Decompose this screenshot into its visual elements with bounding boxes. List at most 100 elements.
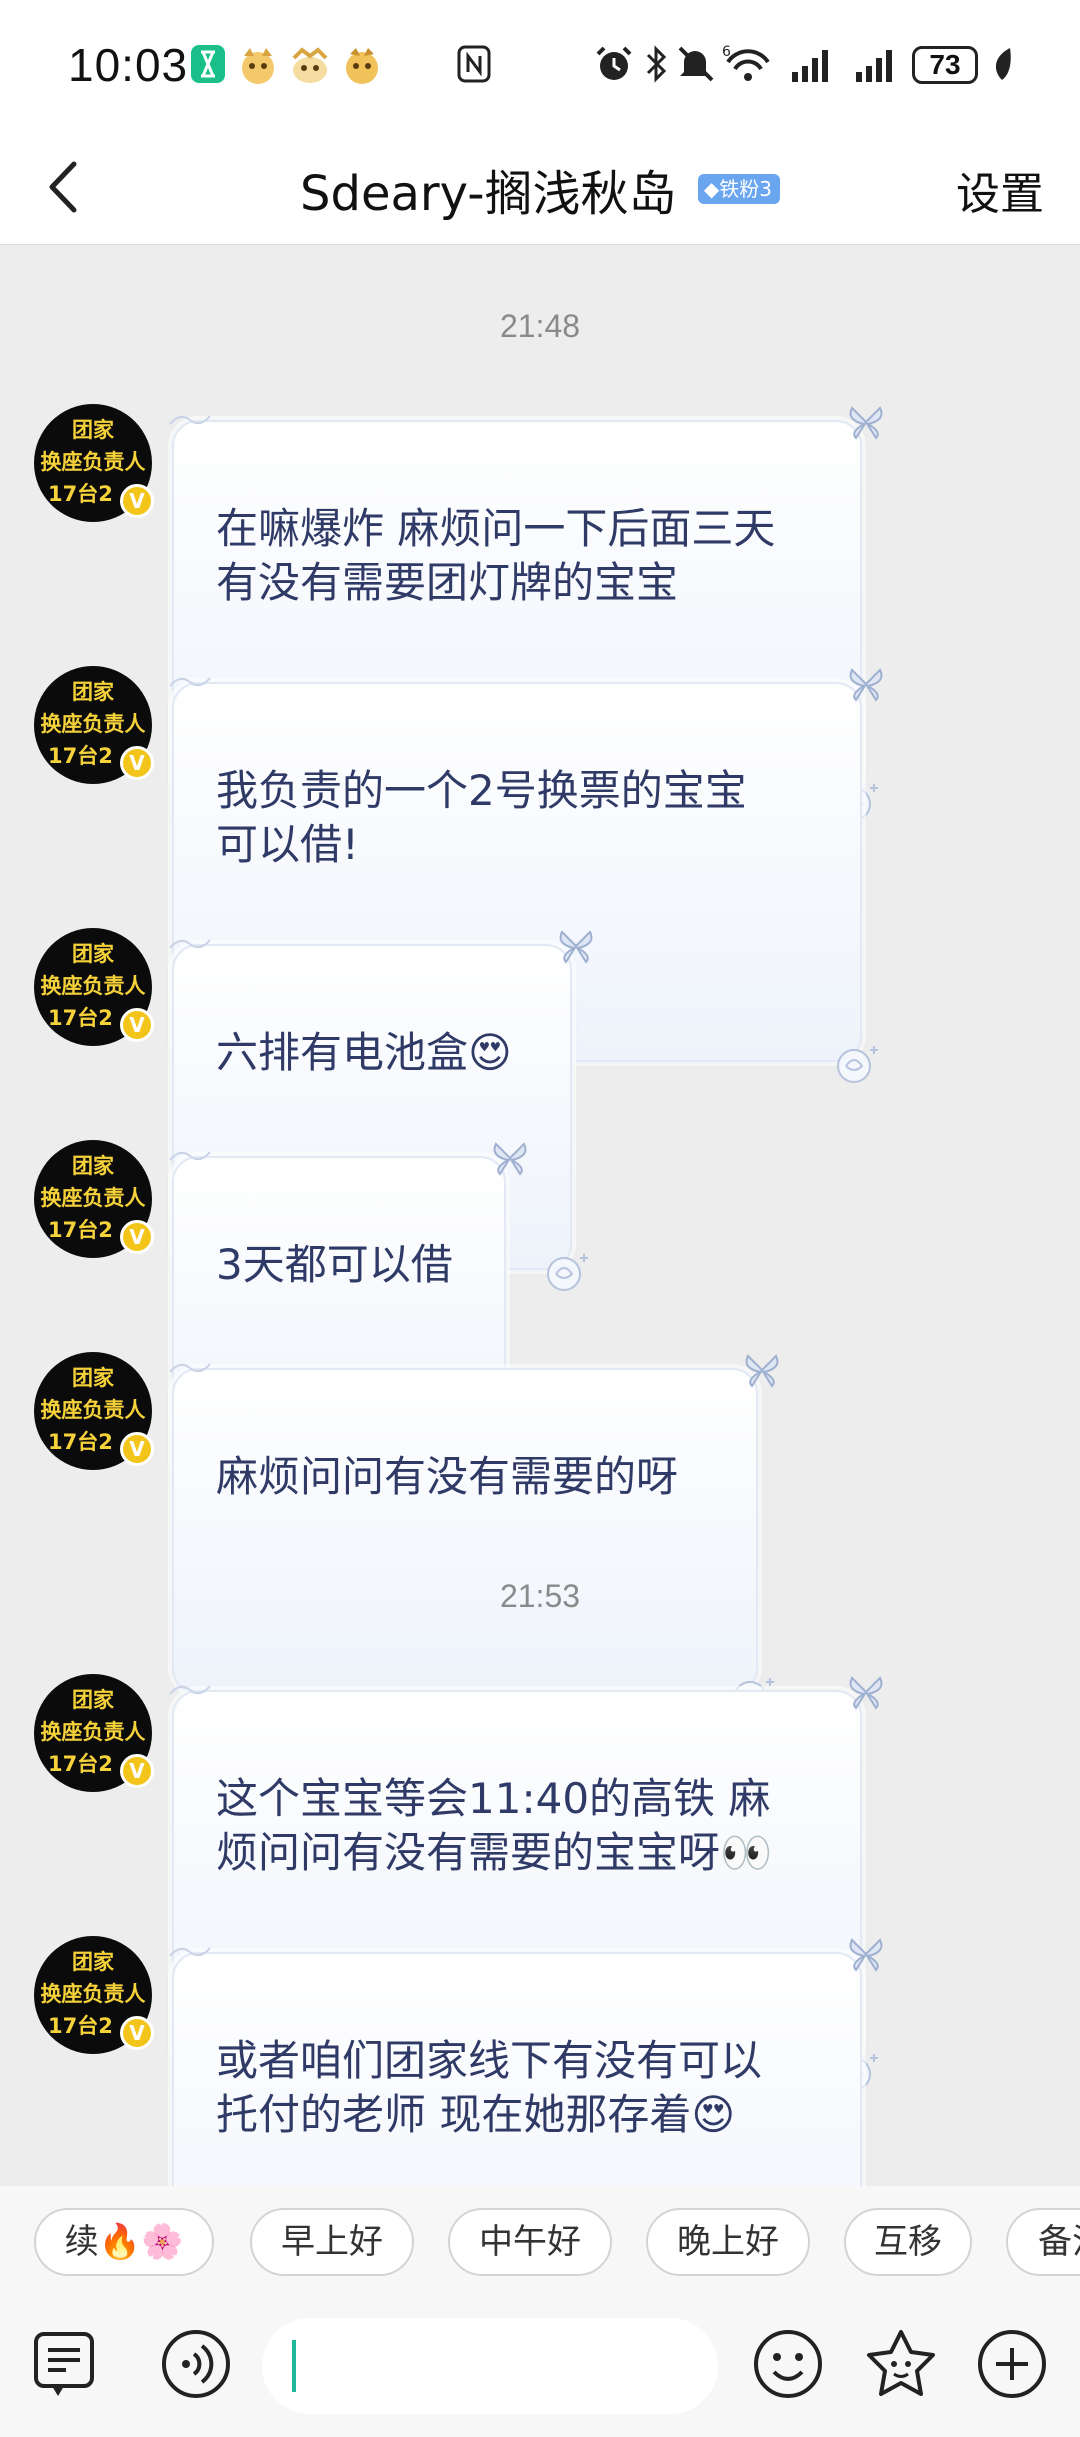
avatar-text: 团家 [72, 1154, 114, 1178]
settings-button[interactable]: 设置 [956, 158, 1044, 222]
avatar-text: 17台2 [48, 1218, 113, 1242]
avatar[interactable]: 团家 换座负责人 17台2 V [34, 404, 154, 522]
chat-screen: 10:03 6 73 Sdeary-搁浅秋岛 ◆铁粉3 设置 21:48 团家 … [0, 0, 1080, 2437]
avatar-text: 17台2 [48, 1430, 113, 1454]
avatar-text: 团家 [72, 1688, 114, 1712]
sticker-icon [242, 48, 274, 84]
message-text: 我负责的一个2号换票的宝宝 可以借! [216, 766, 747, 869]
message-bubble[interactable]: 麻烦问问有没有需要的呀 [169, 1354, 779, 1715]
rose-icon [837, 1046, 878, 1083]
emoji-icon[interactable] [752, 2328, 824, 2400]
verified-badge: V [120, 746, 154, 780]
butterfly-icon [745, 1354, 779, 1388]
avatar[interactable]: 团家 换座负责人 17台2 V [34, 666, 154, 784]
nfc-icon [457, 45, 491, 83]
chat-title: Sdeary-搁浅秋岛 [300, 166, 677, 222]
mute-icon [678, 46, 714, 82]
butterfly-icon [849, 406, 883, 440]
leaf-icon [995, 48, 1011, 80]
avatar-text: 团家 [72, 418, 114, 442]
swirl-decoration-icon [169, 415, 211, 425]
avatar-text: 团家 [72, 1366, 114, 1390]
avatar-text: 换座负责人 [40, 974, 146, 998]
message-text: 麻烦问问有没有需要的呀 [216, 1452, 679, 1501]
voice-icon[interactable] [160, 2328, 232, 2400]
quick-reply-bar[interactable]: 续🔥🌸 早上好 中午好 晚上好 互移 备注 [0, 2186, 1080, 2294]
chat-title-group: Sdeary-搁浅秋岛 ◆铁粉3 [0, 154, 1080, 224]
avatar-text: 17台2 [48, 2014, 113, 2038]
butterfly-icon [849, 1676, 883, 1710]
swirl-decoration-icon [169, 677, 211, 687]
avatar-text: 换座负责人 [40, 712, 146, 736]
avatar-text: 17台2 [48, 1006, 113, 1030]
bluetooth-icon [646, 45, 667, 83]
status-bar: 10:03 6 73 [0, 0, 1080, 130]
avatar[interactable]: 团家 换座负责人 17台2 V [34, 1936, 154, 2054]
quick-reply-chip[interactable]: 早上好 [250, 2208, 414, 2276]
verified-badge: V [120, 1432, 154, 1466]
fan-level-badge: ◆铁粉3 [697, 174, 780, 204]
butterfly-icon [559, 930, 593, 964]
wifi-icon: 6 [722, 44, 770, 81]
message-list[interactable]: 21:48 团家 换座负责人 17台2 V 在嘛爆炸 麻烦问一下后面三天 有没有… [0, 246, 1080, 2353]
quick-reply-chip[interactable]: 备注 [1006, 2208, 1080, 2276]
status-time: 10:03 [68, 39, 189, 91]
sticker-icon [292, 47, 328, 83]
avatar[interactable]: 团家 换座负责人 17台2 V [34, 1674, 154, 1792]
message-text: 在嘛爆炸 麻烦问一下后面三天 有没有需要团灯牌的宝宝 [216, 504, 776, 607]
avatar-text: 换座负责人 [40, 1720, 146, 1744]
swirl-decoration-icon [169, 1947, 211, 1957]
quick-reply-chip[interactable]: 续🔥🌸 [34, 2208, 214, 2276]
swirl-decoration-icon [169, 939, 211, 949]
avatar-text: 换座负责人 [40, 450, 146, 474]
butterfly-icon [849, 668, 883, 702]
quick-reply-chip[interactable]: 中午好 [448, 2208, 612, 2276]
plus-icon[interactable] [976, 2328, 1048, 2400]
timestamp: 21:53 [499, 1578, 581, 1614]
avatar-text: 换座负责人 [40, 1982, 146, 2006]
avatar[interactable]: 团家 换座负责人 17台2 V [34, 928, 154, 1046]
verified-badge: V [120, 1008, 154, 1042]
text-cursor [292, 2340, 296, 2392]
avatar-text: 团家 [72, 942, 114, 966]
note-icon[interactable] [30, 2328, 100, 2404]
avatar[interactable]: 团家 换座负责人 17台2 V [34, 1352, 154, 1470]
hourglass-icon [191, 45, 225, 83]
quick-reply-chip[interactable]: 互移 [844, 2208, 972, 2276]
chat-header: Sdeary-搁浅秋岛 ◆铁粉3 设置 [0, 130, 1080, 245]
swirl-decoration-icon [169, 1363, 211, 1373]
sticker-icon[interactable] [864, 2328, 938, 2400]
rose-icon [547, 1254, 588, 1291]
swirl-decoration-icon [169, 1151, 211, 1161]
butterfly-icon [493, 1142, 527, 1176]
avatar-text: 换座负责人 [40, 1186, 146, 1210]
avatar-text: 17台2 [48, 1752, 113, 1776]
quick-reply-chip[interactable]: 晚上好 [646, 2208, 810, 2276]
butterfly-icon [849, 1938, 883, 1972]
message-text: 这个宝宝等会11:40的高铁 麻 烦问问有没有需要的宝宝呀👀 [216, 1774, 773, 1877]
alarm-icon [596, 46, 632, 80]
avatar-text: 17台2 [48, 744, 113, 768]
signal-icon [856, 50, 892, 82]
signal-icon [792, 50, 828, 82]
message-text: 或者咱们团家线下有没有可以 托付的老师 现在她那存着😍 [216, 2036, 763, 2139]
message-text: 3天都可以借 [216, 1240, 453, 1289]
verified-badge: V [120, 1220, 154, 1254]
verified-badge: V [120, 2016, 154, 2050]
message-text: 六排有电池盒😍 [216, 1028, 512, 1077]
avatar-text: 团家 [72, 1950, 114, 1974]
battery-icon: 73 [912, 46, 978, 84]
input-bar [0, 2294, 1080, 2437]
swirl-decoration-icon [169, 1685, 211, 1695]
avatar-text: 团家 [72, 680, 114, 704]
avatar[interactable]: 团家 换座负责人 17台2 V [34, 1140, 154, 1258]
avatar-text: 换座负责人 [40, 1398, 146, 1422]
avatar-text: 17台2 [48, 482, 113, 506]
verified-badge: V [120, 1754, 154, 1788]
timestamp: 21:48 [499, 308, 581, 344]
message-input[interactable] [262, 2318, 718, 2414]
fan-level-label: 铁粉3 [719, 177, 772, 201]
verified-badge: V [120, 484, 154, 518]
diamond-icon: ◆ [703, 177, 720, 201]
sticker-icon [346, 48, 378, 84]
